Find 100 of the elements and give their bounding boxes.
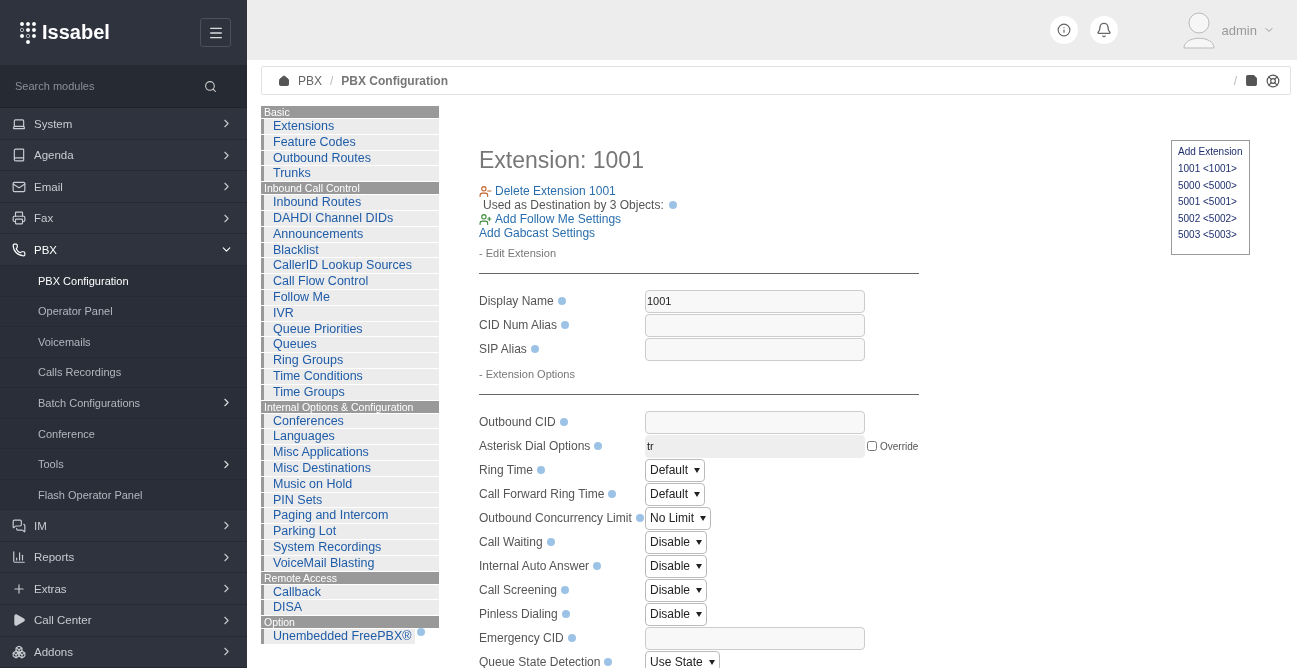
field-label: Call Forward Ring Time [479, 487, 605, 501]
nav-link[interactable]: Time Groups [261, 384, 439, 400]
caret-icon [700, 515, 706, 521]
delete-link[interactable]: Delete Extension 1001 [495, 184, 616, 198]
usage-text: Used as Destination by 3 Objects: [482, 198, 664, 212]
extension-link[interactable]: 5003 <5003> [1178, 229, 1243, 246]
avatar-icon [1181, 11, 1216, 49]
nav-link[interactable]: IVR [261, 305, 439, 321]
action-link[interactable]: Add Follow Me Settings [495, 212, 622, 226]
dropdown[interactable]: Disable [645, 554, 708, 578]
nav-link[interactable]: Feature Codes [261, 134, 439, 150]
text-field[interactable] [645, 410, 865, 434]
submenu-item[interactable]: Conference [0, 418, 247, 450]
nav-link[interactable]: Music on Hold [261, 476, 439, 492]
nav-link[interactable]: Trunks [261, 166, 439, 182]
sidebar-item[interactable]: Agenda [0, 139, 247, 172]
sidebar-item[interactable]: Email [0, 171, 247, 203]
nav-link[interactable]: Extensions [261, 119, 439, 134]
notifications-button[interactable] [1089, 16, 1118, 44]
nav-link[interactable]: Outbound Routes [261, 150, 439, 166]
nav-link[interactable]: Conferences [261, 413, 439, 429]
dropdown[interactable]: Disable [645, 602, 708, 626]
nav-link[interactable]: Unembedded FreePBX® [261, 629, 416, 644]
breadcrumb-link[interactable]: PBX [298, 73, 322, 88]
nav-link[interactable]: Parking Lot [261, 524, 439, 539]
sidebar-item[interactable]: Reports [0, 541, 247, 574]
nav-link[interactable]: Queues [261, 337, 439, 353]
extension-link[interactable]: 5002 <5002> [1178, 212, 1243, 229]
nav-link[interactable]: PIN Sets [261, 492, 439, 508]
nav-link[interactable]: Queue Priorities [261, 321, 439, 337]
field-label: Queue State Detection [479, 655, 601, 668]
add-extension-link[interactable]: Add Extension [1178, 146, 1243, 157]
text-field[interactable] [645, 313, 865, 337]
dropdown[interactable]: Disable [645, 578, 708, 602]
nav-link[interactable]: Ring Groups [261, 353, 439, 368]
nav-link[interactable]: Call Flow Control [261, 274, 439, 289]
dropdown[interactable]: Default [645, 482, 706, 506]
text-field[interactable] [645, 626, 865, 650]
extension-link[interactable]: 5000 <5000> [1178, 179, 1243, 196]
field-label: Asterisk Dial Options [479, 439, 591, 453]
nav-link[interactable]: Time Conditions [261, 368, 439, 384]
home-icon[interactable] [278, 74, 290, 87]
nav-link[interactable]: DAHDI Channel DIDs [261, 211, 439, 226]
text-field[interactable] [645, 337, 865, 361]
section-title[interactable]: - Edit Extension [479, 247, 919, 259]
dropdown[interactable]: Disable [645, 530, 708, 554]
dropdown[interactable]: Use State [645, 650, 720, 668]
submenu-item[interactable]: Tools [0, 449, 247, 480]
nav-link[interactable]: Misc Destinations [261, 460, 439, 476]
extension-link[interactable]: 1001 <1001> [1178, 163, 1243, 180]
sidebar-item-icon [12, 613, 26, 628]
sidebar-item-icon [12, 550, 26, 565]
nav-link[interactable]: Inbound Routes [261, 195, 439, 210]
submenu-item[interactable]: Voicemails [0, 327, 247, 358]
field-label: Ring Time [479, 463, 534, 477]
submenu-item[interactable]: Batch Configurations [0, 388, 247, 419]
help-icon[interactable] [1266, 73, 1280, 88]
caret-icon [696, 539, 703, 545]
breadcrumb-separator: / [1233, 73, 1237, 88]
sidebar-item[interactable]: Extras [0, 573, 247, 605]
sidebar-item[interactable]: Call Center [0, 604, 247, 637]
nav-link[interactable]: System Recordings [261, 539, 439, 555]
info-button[interactable] [1049, 16, 1078, 44]
submenu-item[interactable]: Flash Operator Panel [0, 479, 247, 511]
search-icon[interactable] [204, 79, 217, 93]
info-icon [1056, 23, 1071, 37]
sidebar-item[interactable]: IM [0, 510, 247, 542]
extension-link[interactable]: 5001 <5001> [1178, 196, 1243, 213]
submenu-item[interactable]: Operator Panel [0, 296, 247, 328]
nav-link[interactable]: Follow Me [261, 289, 439, 305]
section-title[interactable]: - Extension Options [479, 368, 919, 380]
nav-link[interactable]: Blacklist [261, 242, 439, 258]
note-icon[interactable] [1245, 74, 1258, 87]
text-field[interactable]: 1001 [645, 289, 865, 313]
nav-link[interactable]: VoiceMail Blasting [261, 555, 439, 571]
submenu-item[interactable]: PBX Configuration [0, 266, 247, 297]
sidebar-item[interactable]: System [0, 108, 247, 140]
nav-link[interactable]: Announcements [261, 226, 439, 242]
sidebar-item-icon [12, 581, 26, 596]
sidebar-item[interactable]: Fax [0, 202, 247, 235]
nav-link[interactable]: Languages [261, 429, 439, 445]
field-label: Internal Auto Answer [479, 559, 590, 573]
sidebar-item[interactable]: Addons [0, 636, 247, 668]
nav-link[interactable]: CallerID Lookup Sources [261, 258, 439, 274]
dropdown[interactable]: Default [645, 458, 706, 482]
nav-link[interactable]: Misc Applications [261, 445, 439, 460]
field-label: Outbound CID [479, 415, 556, 429]
field-label: CID Num Alias [479, 318, 558, 332]
menu-button[interactable] [200, 18, 231, 47]
nav-link[interactable]: DISA [261, 600, 439, 616]
brand-name: Issabel [42, 21, 110, 44]
dropdown[interactable]: No Limit [645, 506, 711, 530]
nav-link[interactable]: Paging and Intercom [261, 508, 439, 524]
submenu-item[interactable]: Calls Recordings [0, 357, 247, 389]
action-link[interactable]: Add Gabcast Settings [479, 226, 596, 240]
field-label: Pinless Dialing [479, 607, 558, 621]
field-label: SIP Alias [479, 342, 527, 356]
nav-link[interactable]: Callback [261, 584, 439, 600]
sidebar-item-icon [12, 518, 26, 533]
caret-icon [694, 467, 701, 473]
